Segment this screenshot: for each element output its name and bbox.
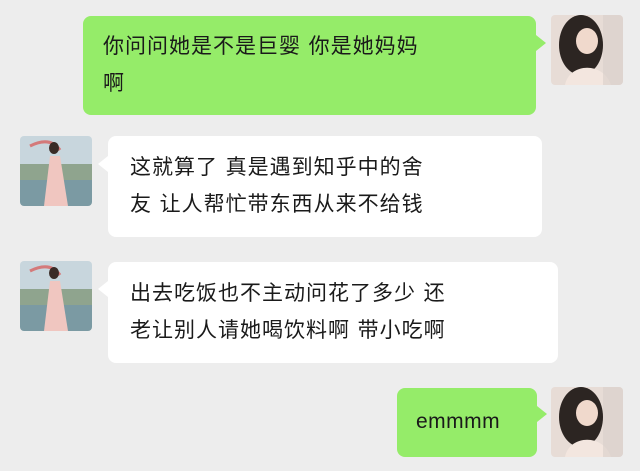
contact-avatar[interactable] [20, 261, 92, 331]
message-bubble-sent[interactable]: emmmm [397, 388, 537, 457]
self-avatar[interactable] [551, 387, 623, 457]
chat-view: 你问问她是不是巨婴 你是她妈妈 啊 这就算了 真是遇到知乎中的舍 友 让人帮忙带… [0, 0, 640, 471]
self-avatar[interactable] [551, 15, 623, 85]
message-bubble-received[interactable]: 出去吃饭也不主动问花了多少 还 老让别人请她喝饮料啊 带小吃啊 [108, 262, 558, 363]
message-text: 你问问她是不是巨婴 你是她妈妈 [103, 34, 419, 58]
message-text: 出去吃饭也不主动问花了多少 还 [130, 281, 446, 305]
message-text: 啊 [103, 71, 125, 95]
message-bubble-sent[interactable]: 你问问她是不是巨婴 你是她妈妈 啊 [83, 16, 536, 115]
message-text: emmmm [416, 410, 501, 433]
contact-avatar[interactable] [20, 136, 92, 206]
message-text: 友 让人帮忙带东西从来不给钱 [130, 192, 424, 216]
message-bubble-received[interactable]: 这就算了 真是遇到知乎中的舍 友 让人帮忙带东西从来不给钱 [108, 136, 542, 237]
message-text: 这就算了 真是遇到知乎中的舍 [130, 155, 424, 179]
bubble-tail [98, 156, 108, 172]
bubble-tail [536, 35, 546, 51]
message-text: 老让别人请她喝饮料啊 带小吃啊 [130, 318, 446, 342]
bubble-tail [537, 406, 547, 422]
bubble-tail [98, 281, 108, 297]
